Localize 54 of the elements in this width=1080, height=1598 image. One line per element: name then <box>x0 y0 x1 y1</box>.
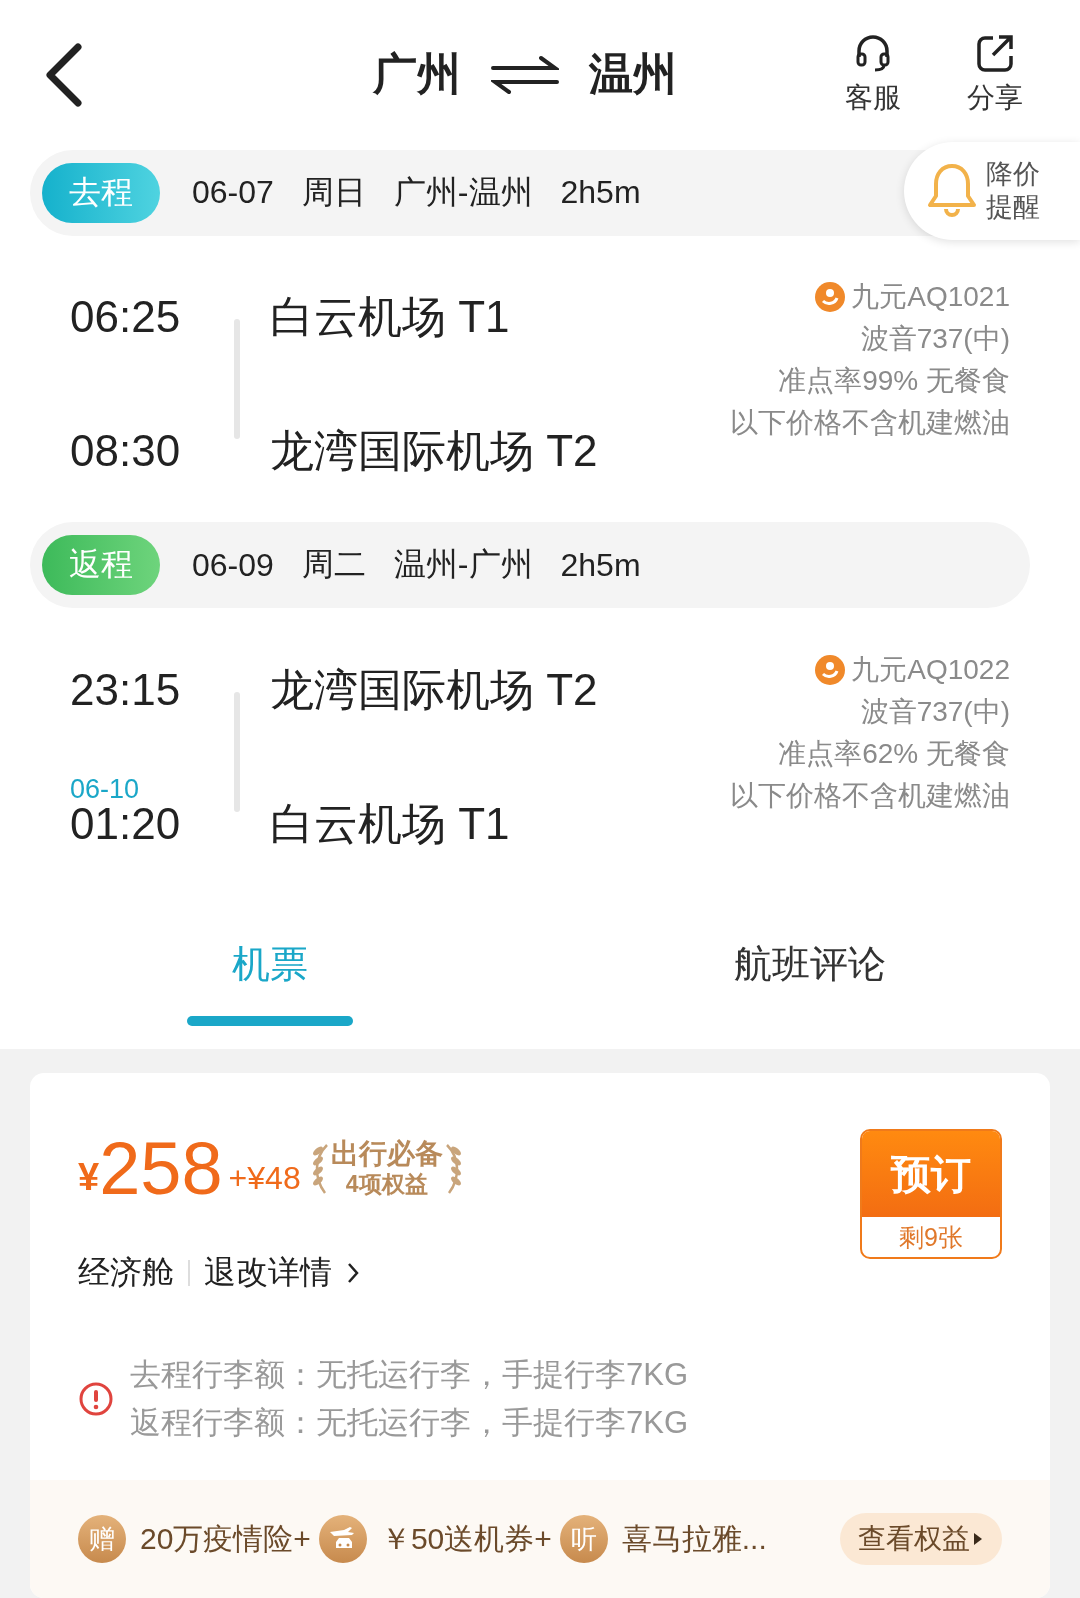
flight-info: 准点率62% 无餐食 <box>778 737 1010 772</box>
flight-info: 准点率99% 无餐食 <box>778 364 1010 399</box>
departure-time: 06:25 <box>70 291 182 344</box>
trip-date: 06-09 <box>192 546 274 584</box>
perk-title: 出行必备 <box>330 1139 443 1169</box>
triangle-right-icon <box>972 1531 984 1547</box>
perk-text: ￥50送机券+ <box>380 1520 552 1557</box>
chevron-right-icon <box>346 1261 360 1285</box>
addon-price: +¥48 <box>228 1160 301 1197</box>
trip-duration: 2h5m <box>560 174 641 211</box>
share-button[interactable]: 分享 <box>950 32 1040 117</box>
share-icon <box>975 32 1015 73</box>
departure-airport: 龙湾国际机场 T2 <box>270 664 599 717</box>
flight-info: 波音737(中) <box>860 695 1010 730</box>
warning-icon <box>78 1381 114 1417</box>
baggage-allowance: 去程行李额：无托运行李，手提行李7KG <box>130 1356 689 1394</box>
departure-time: 23:15 <box>70 664 182 717</box>
price-alert-button[interactable]: 降价提醒 <box>904 141 1080 240</box>
trip-route: 温州-广州 <box>393 545 533 585</box>
swap-arrows-icon <box>491 54 559 95</box>
tab[interactable]: 航班评论 <box>540 929 1080 1049</box>
arrival-time: 08:30 <box>70 425 182 478</box>
perk-text: 20万疫情险+ <box>140 1520 311 1557</box>
trip-badge: 返程 <box>42 535 160 596</box>
origin-city: 广州 <box>373 48 461 101</box>
destination-city: 温州 <box>589 48 677 101</box>
plane-car-icon <box>318 1515 367 1563</box>
flight-info: 以下价格不含机建燃油 <box>730 779 1010 814</box>
perk-badge-icon: 听 <box>559 1515 608 1563</box>
trip-duration: 2h5m <box>560 546 641 584</box>
fare-price: 258 <box>99 1129 223 1209</box>
arrival-airport: 白云机场 T1 <box>270 798 511 851</box>
view-perks-button[interactable]: 查看权益 <box>840 1513 1002 1565</box>
trip-weekday: 周二 <box>301 545 366 585</box>
cabin-class: 经济舱 <box>78 1253 174 1292</box>
trip-route: 广州-温州 <box>393 172 533 212</box>
trip-weekday: 周日 <box>301 172 366 212</box>
trip-badge: 去程 <box>42 162 160 223</box>
airline-logo-icon <box>815 655 846 686</box>
flight-info: 以下价格不含机建燃油 <box>730 406 1010 441</box>
airline-logo-icon <box>815 282 846 313</box>
perk-badge-icon: 赠 <box>78 1515 126 1563</box>
trip-date: 06-07 <box>192 174 274 211</box>
refund-rules-link[interactable]: 退改详情 <box>204 1251 360 1295</box>
customer-service-button[interactable]: 客服 <box>828 32 918 117</box>
flight-number: 九元AQ1022 <box>851 653 1010 688</box>
currency-symbol: ¥ <box>78 1156 100 1199</box>
departure-airport: 白云机场 T1 <box>270 291 511 344</box>
perk-subtitle: 4项权益 <box>345 1170 428 1199</box>
perk-text: 喜马拉雅... <box>621 1520 767 1557</box>
baggage-allowance: 返程行李额：无托运行李，手提行李7KG <box>130 1404 689 1442</box>
flight-number: 九元AQ1021 <box>851 280 1010 315</box>
flight-info: 波音737(中) <box>860 322 1010 357</box>
arrival-airport: 龙湾国际机场 T2 <box>270 425 599 478</box>
